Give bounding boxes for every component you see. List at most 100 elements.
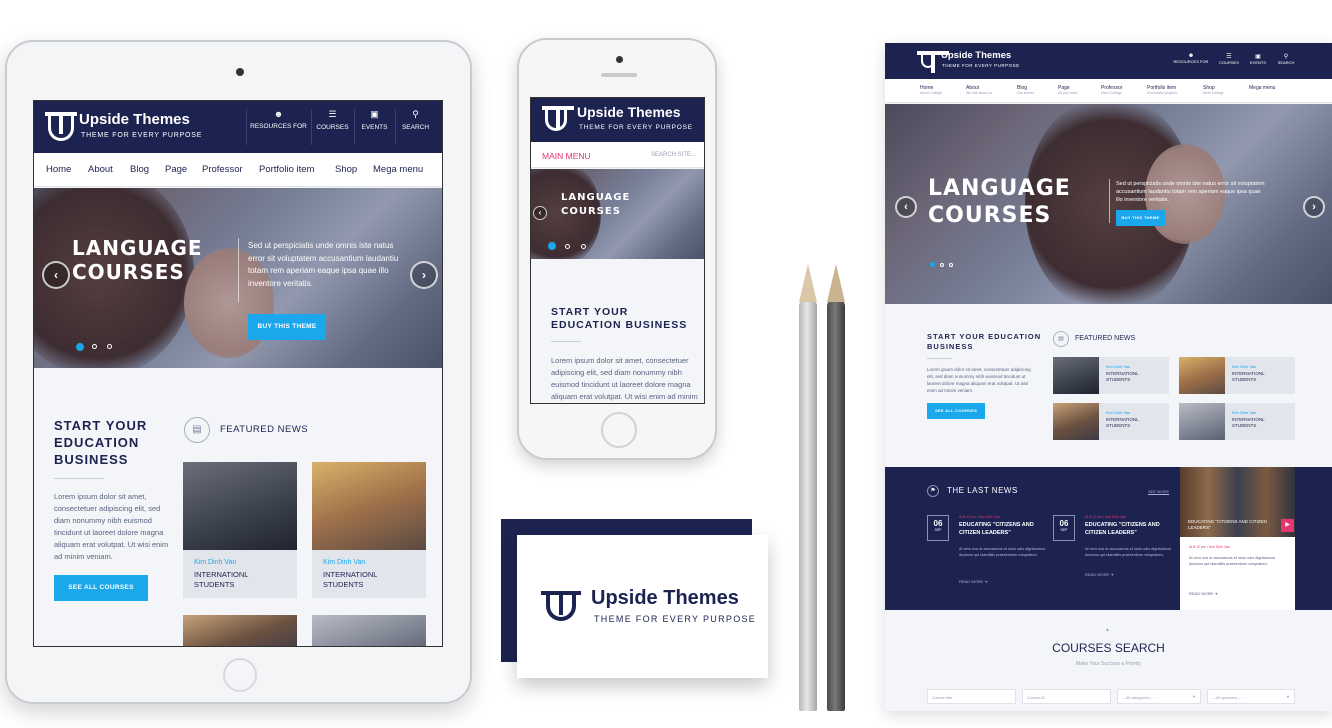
search-button[interactable]: ⚲ SEARCH	[1271, 53, 1301, 65]
hero-title-line1: LANGUAGE	[561, 192, 631, 203]
see-all-courses-button[interactable]: SEE ALL COURSES	[927, 403, 985, 419]
news-card-2[interactable]: Kim Dinh Van INTERNATIONL STUDENTS	[1179, 357, 1295, 394]
slide-dot-3[interactable]	[581, 244, 586, 249]
desktop-page: Upside Themes THEME FOR EVERY PURPOSE ☻ …	[885, 43, 1332, 711]
buy-theme-button[interactable]: BUY THIS THEME	[248, 314, 326, 340]
read-more-link-2[interactable]: READ MORE ➜	[1085, 572, 1114, 577]
slide-dot-1[interactable]	[930, 262, 935, 267]
resources-for-button[interactable]: ☻ RESOURCES FOR	[246, 109, 310, 145]
nav-mega-menu[interactable]: Mega menu	[1249, 85, 1275, 91]
events-button[interactable]: ▣ EVENTS	[354, 109, 394, 145]
nav-about[interactable]: About We talk about us	[966, 85, 992, 95]
phone-header: Upside Themes THEME FOR EVERY PURPOSE	[531, 98, 704, 142]
news-thumb-4[interactable]	[312, 615, 426, 646]
video-caption: EDUCATING "CITIZENS AND CITIZEN LEADERS"	[1188, 519, 1267, 530]
prev-slide-icon[interactable]: ‹	[42, 261, 70, 289]
course-title-input[interactable]: Course title	[927, 689, 1016, 704]
slide-dot-3[interactable]	[949, 263, 953, 267]
news-card-3[interactable]: Kim Dinh Van INTERNATIONL STUDENTS	[1053, 403, 1169, 440]
slide-dot-2[interactable]	[565, 244, 570, 249]
news-thumb-2[interactable]	[312, 462, 426, 550]
nav-shop[interactable]: Shop	[335, 164, 357, 175]
desktop-nav: Home About College About We talk about us …	[885, 79, 1332, 103]
read-more-link-1[interactable]: READ MORE ➜	[959, 579, 988, 584]
nav-home[interactable]: Home About College	[920, 85, 942, 95]
courses-button[interactable]: ☰ COURSES	[1214, 53, 1244, 65]
resources-for-button[interactable]: ☻ RESOURCES FOR	[1171, 53, 1211, 64]
nav-portfolio-item[interactable]: Portfolio item	[259, 164, 314, 175]
next-slide-icon[interactable]: ›	[1303, 196, 1325, 218]
prev-slide-icon[interactable]: ‹	[895, 196, 917, 218]
see-all-courses-button[interactable]: SEE ALL COURSES	[54, 575, 148, 601]
slide-dot-3[interactable]	[107, 344, 112, 349]
nav-professor[interactable]: Professor Meet College	[1101, 85, 1122, 95]
courses-button[interactable]: ☰ COURSES	[311, 109, 353, 145]
flag-icon: ⚑	[927, 485, 939, 497]
mobile-search-input[interactable]: SEARCH SITE...	[651, 152, 696, 158]
nav-blog[interactable]: Blog Our stories	[1017, 85, 1034, 95]
logo[interactable]: Upside Themes THEME FOR EVERY PURPOSE	[44, 109, 234, 145]
nav-portfolio-item[interactable]: Portfolio item Successful projects	[1147, 85, 1177, 95]
arrow-right-icon: ➜	[1110, 572, 1114, 577]
news-card-1[interactable]: Kim Dinh Van INTERNATIONL STUDENTS	[1053, 357, 1169, 394]
tablet-camera	[236, 68, 244, 76]
slide-dot-1[interactable]	[76, 343, 84, 351]
nav-professor[interactable]: Professor	[202, 164, 243, 175]
nav-page[interactable]: Page	[165, 164, 187, 175]
tablet-hero-slider: LANGUAGE COURSES Sed ut perspiciatis und…	[34, 188, 442, 368]
read-more-link-3[interactable]: READ MORE ➜	[1189, 591, 1218, 596]
tablet-screen: Upside Themes THEME FOR EVERY PURPOSE ☻ …	[33, 100, 443, 647]
next-slide-icon[interactable]: ›	[410, 261, 438, 289]
intro-title: START YOUR EDUCATION BUSINESS	[927, 332, 1042, 351]
news-meta-2: At 8:12 pm / Kim Dinh Van	[1085, 515, 1126, 519]
hero-text: Sed ut perspiciatis unde omnis iste natu…	[1116, 181, 1265, 203]
prev-slide-icon[interactable]: ‹	[533, 206, 547, 220]
news-text-2: At vero eos et accusamus et iusto odio d…	[1085, 547, 1172, 557]
tablet-header: Upside Themes THEME FOR EVERY PURPOSE ☻ …	[34, 101, 442, 153]
news-card-4[interactable]: Kim Dinh Van INTERNATIONL STUDENTS	[1179, 403, 1295, 440]
intro-title: START YOUR EDUCATION BUSINESS	[54, 418, 148, 467]
chevron-down-icon: ▼	[1286, 694, 1290, 699]
news-thumb-3[interactable]	[183, 615, 297, 646]
brand-tagline: THEME FOR EVERY PURPOSE	[942, 63, 1020, 68]
video-card[interactable]: EDUCATING "CITIZENS AND CITIZEN LEADERS"…	[1180, 467, 1295, 610]
slide-dot-1[interactable]	[548, 242, 556, 250]
phone-speaker	[601, 73, 637, 77]
slide-dot-2[interactable]	[940, 263, 944, 267]
speaker-select[interactable]: -- All speakers -- ▼	[1207, 689, 1295, 704]
news-headline-1[interactable]: EDUCATING "CITIZENS AND CITIZEN LEADERS"	[959, 522, 1047, 537]
buy-theme-button[interactable]: BUY THIS THEME	[1116, 210, 1165, 226]
nav-home[interactable]: Home	[46, 164, 71, 175]
nav-shop[interactable]: Shop Meet College	[1203, 85, 1224, 95]
nav-blog[interactable]: Blog	[130, 164, 149, 175]
phone-home-button	[601, 412, 637, 448]
nav-page[interactable]: Page All you need	[1058, 85, 1077, 95]
brand-tagline: THEME FOR EVERY PURPOSE	[579, 124, 693, 131]
course-id-input[interactable]: Course ID	[1022, 689, 1111, 704]
news-card-2[interactable]: Kim Dinh Van INTERNATIONL STUDENTS	[312, 550, 426, 598]
search-button[interactable]: ⚲ SEARCH	[395, 109, 435, 145]
events-button[interactable]: ▣ EVENTS	[1243, 53, 1273, 65]
nav-mega-menu[interactable]: Mega menu	[373, 164, 423, 175]
category-select[interactable]: -- All categories -- ▼	[1117, 689, 1201, 704]
hero-divider	[1109, 179, 1110, 223]
hero-text: Sed ut perspiciatis unde omnis iste natu…	[248, 241, 399, 288]
news-meta-1: At 8:12 pm / Kim Dinh Van	[959, 515, 1000, 519]
main-menu-button[interactable]: MAIN MENU	[542, 151, 591, 161]
phone-camera	[616, 56, 623, 63]
featured-news-title: FEATURED NEWS	[220, 424, 309, 435]
featured-news-title: FEATURED NEWS	[1075, 335, 1136, 342]
upside-logo-icon	[45, 112, 77, 141]
play-icon[interactable]: ▶	[1281, 519, 1294, 532]
business-card-front: Upside Themes THEME FOR EVERY PURPOSE	[517, 535, 768, 678]
graduation-cap-icon: ▲	[1105, 627, 1110, 633]
brand-name: Upside Themes	[79, 111, 190, 128]
news-thumb-1[interactable]	[183, 462, 297, 550]
news-headline-2[interactable]: EDUCATING "CITIZENS AND CITIZEN LEADERS"	[1085, 522, 1173, 537]
news-card-1[interactable]: Kim Dinh Van INTERNATIONL STUDENTS	[183, 550, 297, 598]
upside-logo-icon	[542, 106, 574, 131]
see-more-link[interactable]: SEE MORE	[1148, 489, 1169, 494]
hero-title-line2: COURSES	[72, 260, 185, 284]
nav-about[interactable]: About	[88, 164, 113, 175]
slide-dot-2[interactable]	[92, 344, 97, 349]
